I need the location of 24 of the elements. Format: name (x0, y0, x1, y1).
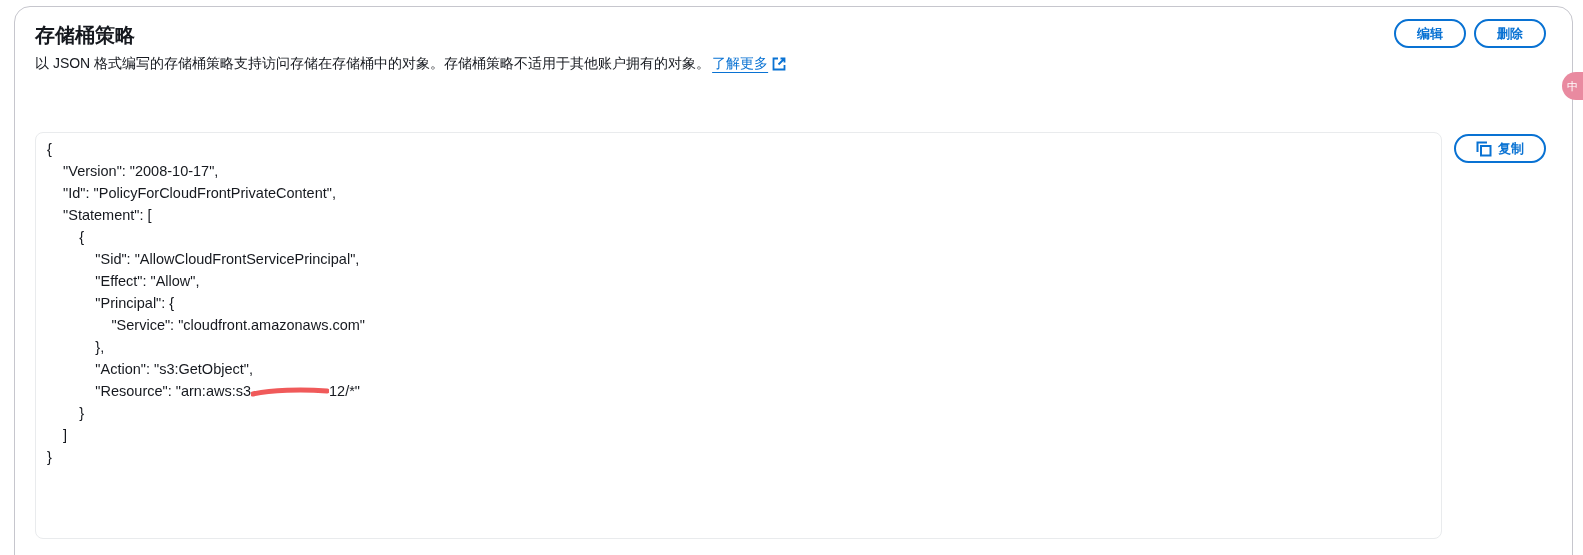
action-button[interactable]: 编辑 (1394, 19, 1466, 48)
code-line: "Statement": [ (62, 206, 152, 226)
code-line: "Action": "s3:GetObject", (94, 360, 253, 380)
code-line: "Sid": "AllowCloudFrontServicePrincipal", (94, 250, 360, 270)
code-line: } (47, 448, 52, 468)
card-description: 以 JSON 格式编写的存储桶策略支持访问存储在存储桶中的对象。存储桶策略不适用于其他账户拥有的对象。 (35, 54, 711, 73)
code-line: { (47, 140, 52, 160)
code-line: "Service": "cloudfront.amazonaws.com" (110, 316, 365, 336)
copy-icon (1476, 140, 1492, 157)
action-button[interactable]: 删除 (1474, 19, 1546, 48)
copy-button[interactable]: 复制 (1454, 134, 1546, 163)
code-line: { (78, 228, 85, 248)
code-line: "Effect": "Allow", (94, 272, 200, 292)
code-line: }, (94, 338, 105, 358)
external-link-icon (772, 56, 787, 71)
code-line: "Version": "2008-10-17", (62, 162, 219, 182)
code-line-tail: 12/*" (329, 382, 360, 402)
learn-more-link[interactable]: 了解更多 (712, 53, 769, 74)
code-line: "Principal": { (94, 294, 175, 314)
code-line: "Id": "PolicyForCloudFrontPrivateContent", (62, 184, 336, 204)
code-line: "Resource": "arn:aws:s3 (94, 382, 251, 402)
card-title: 存储桶策略 (35, 23, 136, 48)
code-line: ] (62, 426, 68, 446)
code-line: } (78, 404, 85, 424)
